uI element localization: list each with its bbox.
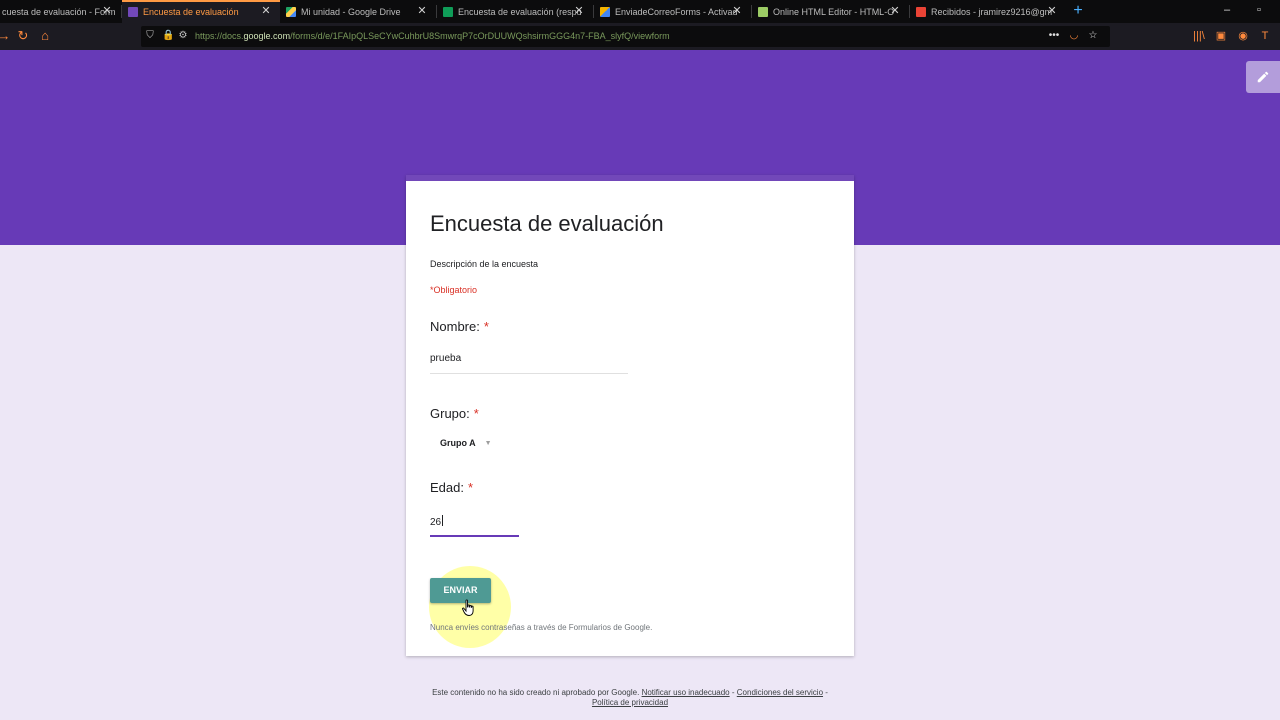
- question-label-nombre: Nombre: *: [430, 319, 489, 334]
- extension-t-icon[interactable]: T: [1257, 28, 1273, 44]
- home-icon[interactable]: ⌂: [37, 28, 53, 44]
- footer-separator: -: [731, 688, 735, 697]
- gmail-icon: [916, 6, 926, 17]
- hand-pointer-cursor-icon: [462, 599, 474, 616]
- required-asterisk: *: [483, 319, 489, 334]
- footer-line-1: Este contenido no ha sido creado ni apro…: [0, 688, 1260, 698]
- group-dropdown[interactable]: Grupo A ▼: [440, 436, 492, 450]
- close-icon[interactable]: ✕: [731, 5, 743, 17]
- browser-tab-bar: cuesta de evaluación - Form ✕ Encuesta d…: [0, 0, 1280, 23]
- url-prefix: https://docs.: [195, 31, 244, 41]
- question-label-text: Grupo:: [430, 406, 470, 421]
- form-description: Descripción de la encuesta: [430, 259, 539, 269]
- dropdown-arrow-icon: ▼: [484, 439, 492, 447]
- google-drive-icon: [286, 6, 296, 17]
- browser-tab[interactable]: EnviadeCorreoForms - Activad ✕: [594, 0, 751, 23]
- question-label-text: Nombre:: [430, 319, 480, 334]
- terms-of-service-link[interactable]: Condiciones del servicio: [737, 688, 823, 697]
- password-warning: Nunca envíes contraseñas a través de For…: [430, 623, 653, 632]
- footer-line-2: Política de privacidad: [0, 698, 1260, 708]
- page-footer: Este contenido no ha sido creado ni apro…: [0, 688, 1260, 708]
- privacy-policy-link[interactable]: Política de privacidad: [592, 698, 668, 707]
- permissions-icon[interactable]: ⚙: [177, 30, 189, 42]
- restore-icon[interactable]: ▫: [1252, 3, 1266, 17]
- question-label-text: Edad:: [430, 480, 464, 495]
- required-asterisk: *: [467, 480, 474, 495]
- library-icon[interactable]: |||\: [1191, 28, 1207, 44]
- browser-tab[interactable]: Online HTML Editor - HTML-O ✕: [752, 0, 909, 23]
- reload-icon[interactable]: ↻: [15, 28, 31, 44]
- report-abuse-link[interactable]: Notificar uso inadecuado: [642, 688, 730, 697]
- more-actions-icon[interactable]: •••: [1048, 30, 1060, 42]
- edit-form-button[interactable]: [1246, 61, 1280, 93]
- lock-icon[interactable]: 🔒: [162, 30, 174, 42]
- pencil-icon: [1257, 71, 1269, 83]
- required-note: *Obligatorio: [430, 285, 478, 295]
- form-card: Encuesta de evaluación Descripción de la…: [406, 175, 854, 656]
- account-icon[interactable]: ◉: [1235, 28, 1251, 44]
- pocket-icon[interactable]: ◡: [1068, 30, 1080, 42]
- text-caret: [442, 515, 444, 526]
- close-icon[interactable]: ✕: [416, 5, 428, 17]
- bookmark-star-icon[interactable]: ☆: [1087, 30, 1099, 42]
- url-domain: google.com: [243, 31, 291, 41]
- google-sheets-icon: [443, 6, 453, 17]
- browser-tab[interactable]: Recibidos - jramirez9216@gm ✕: [910, 0, 1066, 23]
- age-input[interactable]: 26: [430, 515, 519, 537]
- footer-separator: -: [825, 688, 828, 697]
- footer-disclaimer: Este contenido no ha sido creado ni apro…: [432, 688, 640, 697]
- dropdown-selected-value: Grupo A: [440, 438, 476, 448]
- close-icon[interactable]: ✕: [101, 5, 113, 17]
- url-path: /forms/d/e/1FAIpQLSeCYwCuhbrU8SmwrqP7cOr…: [290, 31, 670, 41]
- google-forms-icon: [128, 6, 138, 17]
- address-bar[interactable]: ⛉ 🔒 ⚙ https://docs.google.com/forms/d/e/…: [141, 26, 1110, 47]
- sidebar-icon[interactable]: ▣: [1213, 28, 1229, 44]
- browser-tab[interactable]: cuesta de evaluación - Form ✕: [0, 0, 118, 23]
- tracking-shield-icon[interactable]: ⛉: [144, 30, 156, 42]
- minimize-icon[interactable]: –: [1220, 3, 1234, 17]
- new-tab-plus-icon[interactable]: +: [1070, 2, 1086, 20]
- url-text: https://docs.google.com/forms/d/e/1FAIpQ…: [195, 31, 670, 41]
- required-asterisk: *: [473, 406, 479, 421]
- browser-tab[interactable]: Mi unidad - Google Drive ✕: [280, 0, 436, 23]
- question-label-edad: Edad: *: [430, 480, 473, 495]
- browser-tab-active[interactable]: Encuesta de evaluación ✕: [122, 0, 280, 23]
- age-input-value: 26: [430, 517, 442, 528]
- apps-script-icon: [600, 6, 610, 17]
- form-title: Encuesta de evaluación: [430, 211, 664, 236]
- name-input[interactable]: prueba: [430, 351, 628, 374]
- close-icon[interactable]: ✕: [573, 5, 585, 17]
- browser-tab[interactable]: Encuesta de evaluación (respu ✕: [437, 0, 593, 23]
- html-editor-icon: [758, 6, 768, 17]
- forward-arrow-icon[interactable]: →: [0, 28, 12, 44]
- question-label-grupo: Grupo: *: [430, 406, 479, 421]
- close-icon[interactable]: ✕: [260, 5, 272, 17]
- close-icon[interactable]: ✕: [889, 5, 901, 17]
- close-icon[interactable]: ✕: [1046, 5, 1058, 17]
- browser-nav-bar: → ↻ ⌂ ⛉ 🔒 ⚙ https://docs.google.com/form…: [0, 23, 1280, 50]
- submit-button[interactable]: ENVIAR: [430, 578, 491, 603]
